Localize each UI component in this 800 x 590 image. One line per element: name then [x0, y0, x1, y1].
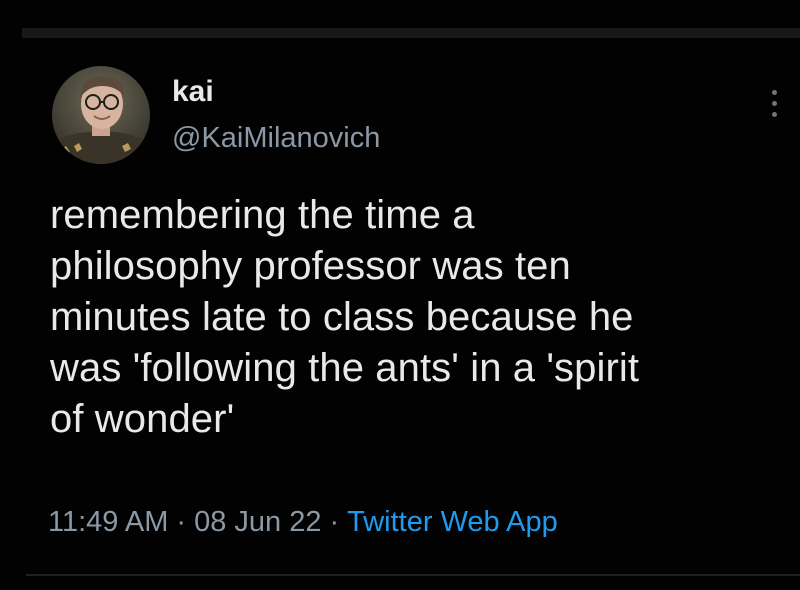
author-name[interactable]: kai [172, 74, 214, 110]
more-vertical-icon-dot [771, 111, 777, 117]
tweet-text: remembering the time a philosophy profes… [50, 193, 640, 441]
screenshot-frame: kai @KaiMilanovich remembering the time … [0, 0, 800, 590]
tweet-time[interactable]: 11:49 AM [48, 506, 168, 538]
more-vertical-icon [771, 89, 777, 95]
author-handle[interactable]: @KaiMilanovich [172, 120, 380, 156]
meta-separator: · [329, 506, 340, 538]
more-options-button[interactable] [760, 80, 788, 126]
tweet-source-link[interactable]: Twitter Web App [347, 506, 558, 538]
tweet[interactable]: kai @KaiMilanovich remembering the time … [48, 62, 788, 562]
tweet-metadata: 11:49 AM · 08 Jun 22 · Twitter Web App [48, 504, 558, 540]
avatar-photo [52, 66, 150, 164]
meta-separator: · [176, 506, 187, 538]
bottom-divider [26, 574, 800, 576]
avatar[interactable] [52, 66, 150, 164]
more-vertical-icon-dot [771, 100, 777, 106]
top-divider [22, 28, 800, 38]
tweet-date[interactable]: 08 Jun 22 [194, 506, 321, 538]
